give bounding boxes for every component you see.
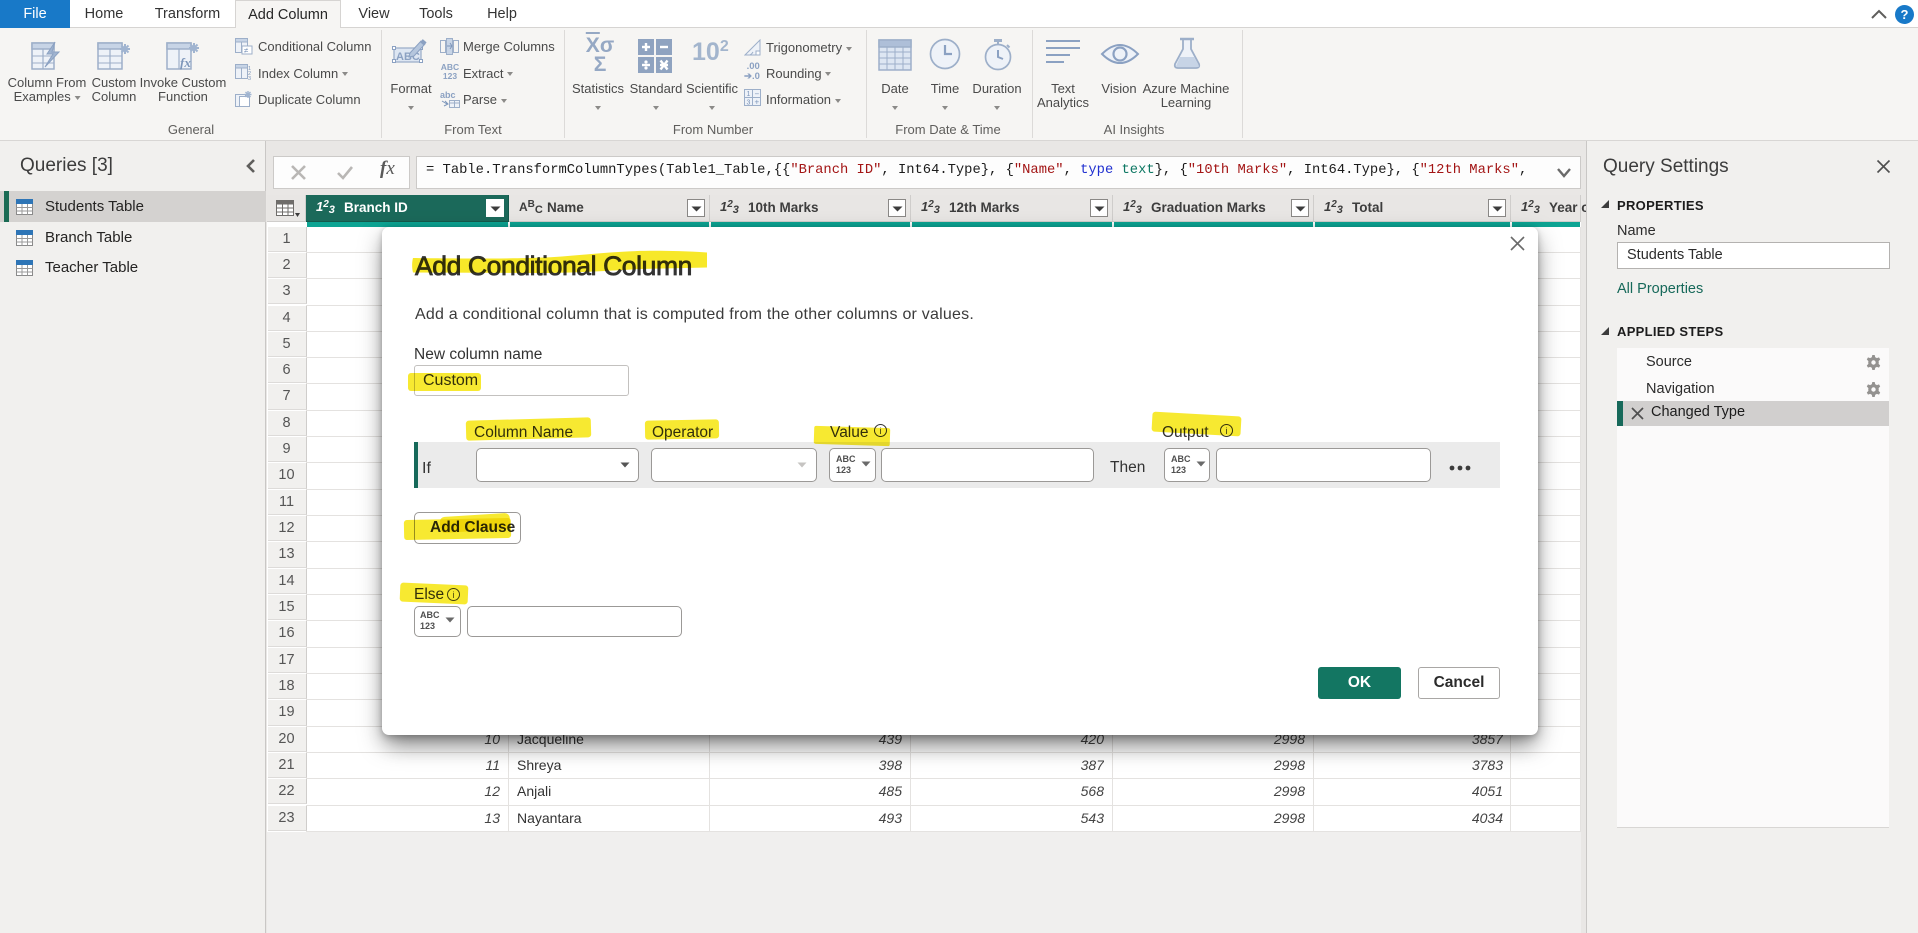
- svg-text:3: 3: [747, 100, 751, 107]
- svg-text:+: +: [755, 98, 760, 107]
- svg-text:3: 3: [248, 76, 251, 81]
- svg-text:1: 1: [747, 91, 751, 98]
- svg-text:≠: ≠: [244, 46, 249, 55]
- svg-text:abc: abc: [440, 90, 456, 100]
- svg-text:fx: fx: [180, 55, 191, 70]
